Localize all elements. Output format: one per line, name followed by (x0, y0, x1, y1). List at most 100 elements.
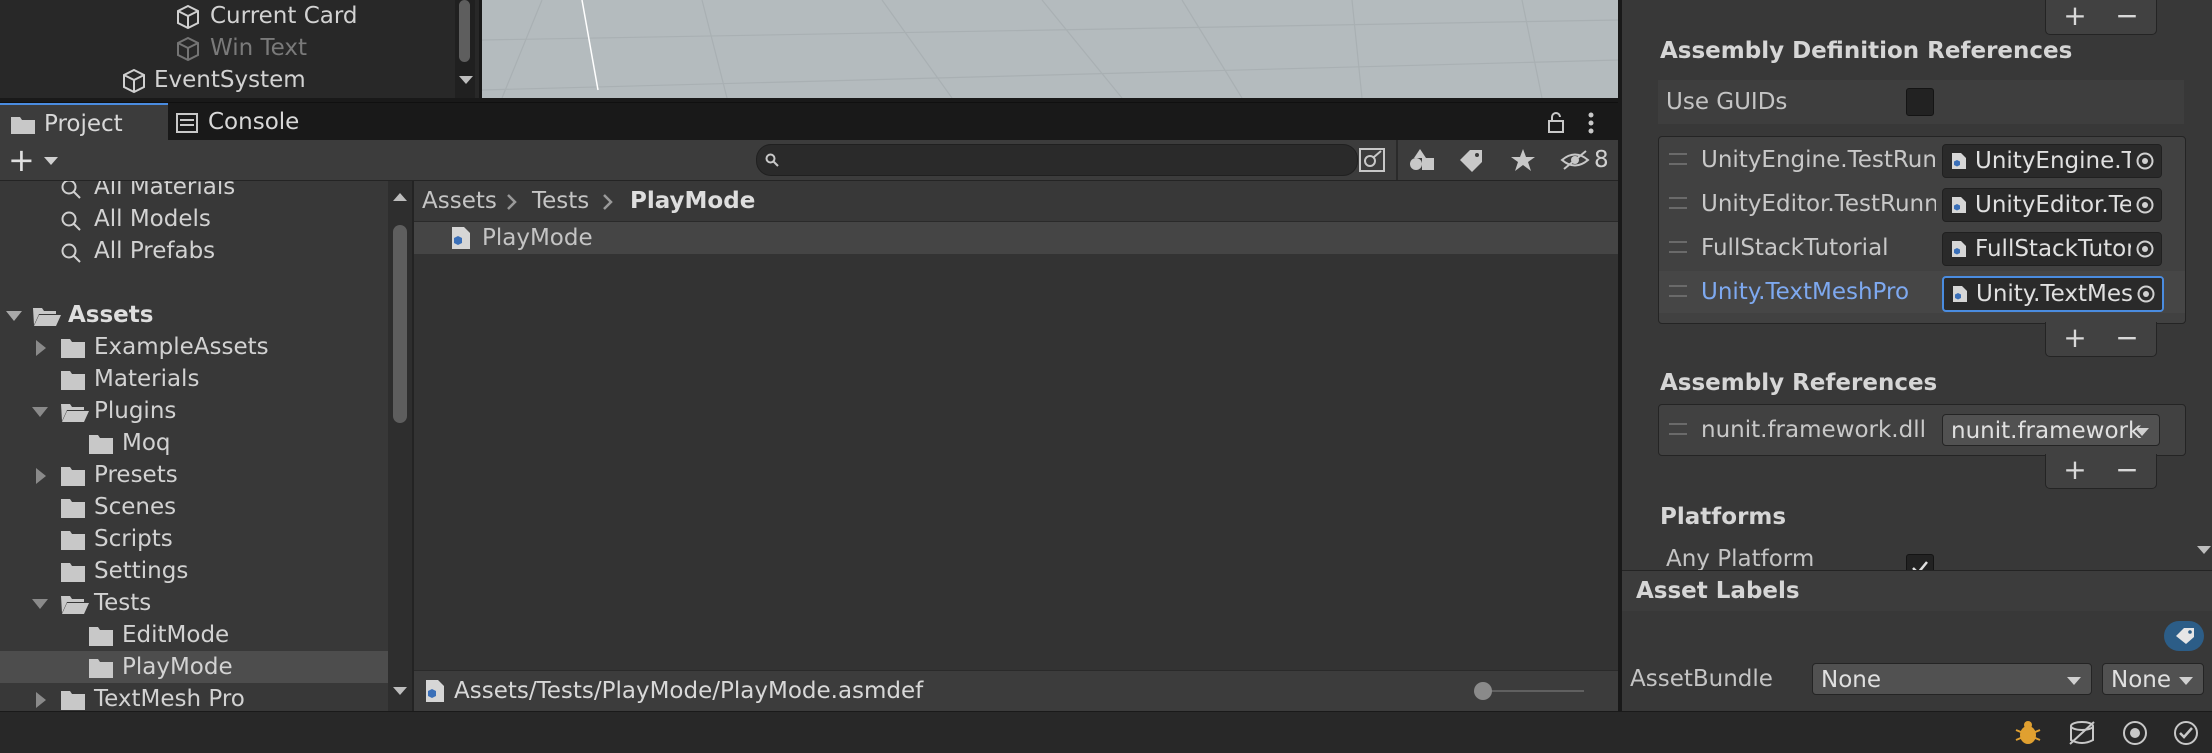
expand-arrow-icon[interactable] (6, 311, 22, 321)
tree-item-plugins[interactable]: Plugins (0, 395, 388, 427)
drag-handle-icon[interactable] (1669, 285, 1687, 297)
tree-item-scenes[interactable]: Scenes (0, 491, 388, 523)
reference-object-field[interactable]: UnityEngine.TestRunner (1942, 144, 2162, 178)
tree-item-materials[interactable]: Materials (0, 363, 388, 395)
filter-by-type-icon[interactable] (1408, 148, 1436, 172)
object-picker-button[interactable] (2131, 145, 2161, 177)
drag-handle-icon[interactable] (1669, 241, 1687, 253)
hierarchy-scroll-thumb[interactable] (459, 0, 470, 62)
assembly-reference-dropdown[interactable]: nunit.framework (1942, 414, 2160, 446)
reference-row[interactable]: nunit.framework.dll nunit.framework (1659, 409, 2185, 451)
drag-handle-icon[interactable] (1669, 423, 1687, 435)
icon-size-slider-track[interactable] (1484, 690, 1584, 692)
favorite-star-icon[interactable] (1510, 148, 1536, 172)
progress-icon[interactable] (2121, 719, 2149, 747)
filter-by-label-icon[interactable] (1458, 148, 1484, 172)
search-by-scene-icon[interactable] (1358, 147, 1386, 173)
tree-item-textmesh-pro[interactable]: TextMesh Pro (0, 683, 388, 711)
project-folder-tree: All Materials All Models All Prefabs Ass… (0, 181, 388, 711)
asset-row-label: PlayMode (482, 225, 593, 251)
assetbundle-label: AssetBundle (1630, 666, 1773, 692)
collapse-arrow-icon[interactable] (36, 468, 46, 484)
bug-icon[interactable] (2014, 720, 2042, 746)
hierarchy-item[interactable]: Current Card (174, 0, 358, 32)
tree-scroll-thumb[interactable] (393, 225, 407, 423)
lock-icon[interactable] (1546, 111, 1566, 133)
favorite-all-prefabs[interactable]: All Prefabs (60, 235, 215, 267)
drag-handle-icon[interactable] (1669, 153, 1687, 165)
favorite-all-models[interactable]: All Models (60, 203, 211, 235)
reference-row-selected[interactable]: Unity.TextMeshPro Unity.TextMeshPro (1659, 271, 2185, 313)
folder-icon (61, 563, 85, 582)
hierarchy-item-label: EventSystem (154, 67, 306, 93)
asset-labels-header[interactable]: Asset Labels (1622, 570, 2212, 612)
scroll-down-arrow-icon[interactable] (393, 687, 407, 695)
expand-arrow-icon[interactable] (32, 599, 48, 609)
dropdown-value: None (1821, 667, 1882, 693)
tree-item-tests[interactable]: Tests (0, 587, 388, 619)
asset-labels-title: Asset Labels (1636, 578, 1800, 604)
tree-item-presets[interactable]: Presets (0, 459, 388, 491)
asset-list-area[interactable] (414, 181, 1618, 711)
breadcrumb-current: PlayMode (630, 188, 756, 214)
tree-item-editmode[interactable]: EditMode (0, 619, 388, 651)
reference-object-field[interactable]: Unity.TextMeshPro (1942, 276, 2164, 312)
hidden-count: 8 (1594, 147, 1609, 173)
tree-item-exampleassets[interactable]: ExampleAssets (0, 331, 388, 363)
object-picker-button[interactable] (2131, 189, 2161, 221)
assetbundle-variant-dropdown[interactable]: None (2102, 663, 2204, 695)
target-icon (2136, 240, 2154, 258)
add-button[interactable]: + (2050, 322, 2100, 354)
check-circle-icon[interactable] (2172, 719, 2200, 747)
object-picker-button[interactable] (2131, 233, 2161, 265)
reference-object-field[interactable]: UnityEditor.TestRunner (1942, 188, 2162, 222)
tab-console[interactable]: Console (172, 103, 332, 141)
add-asset-button[interactable]: + (8, 140, 35, 180)
hierarchy-item[interactable]: EventSystem (120, 64, 306, 96)
add-dropdown-icon[interactable] (44, 157, 58, 165)
assetbundle-dropdown[interactable]: None (1812, 663, 2092, 695)
collapse-arrow-icon[interactable] (36, 692, 46, 708)
more-options-icon[interactable] (1586, 111, 1596, 135)
add-button[interactable]: + (2050, 454, 2100, 486)
scroll-up-arrow-icon[interactable] (393, 193, 407, 201)
remove-button[interactable]: − (2102, 322, 2152, 354)
hierarchy-panel: Current Card Win Text EventSystem (0, 0, 479, 98)
any-platform-checkbox[interactable] (1906, 554, 1934, 570)
tree-item-moq[interactable]: Moq (0, 427, 388, 459)
inspector-scrollbar[interactable] (2192, 0, 2212, 570)
reference-row[interactable]: UnityEditor.TestRunner UnityEditor.TestR… (1659, 183, 2185, 225)
tree-item-playmode[interactable]: PlayMode (0, 651, 388, 683)
tab-project[interactable]: Project (0, 103, 168, 141)
tree-item-scripts[interactable]: Scripts (0, 523, 388, 555)
scroll-down-arrow-icon[interactable] (2197, 546, 2211, 554)
favorite-all-materials[interactable]: All Materials (60, 181, 235, 203)
add-button[interactable]: + (2050, 0, 2100, 32)
reference-object-field[interactable]: FullStackTutorial (1942, 232, 2162, 266)
labels-button[interactable] (2164, 621, 2204, 651)
search-input[interactable] (756, 144, 1358, 176)
remove-button[interactable]: − (2102, 0, 2152, 32)
breadcrumb-item[interactable]: Assets (422, 181, 497, 221)
hidden-packages-icon[interactable] (1560, 149, 1590, 171)
object-picker-button[interactable] (2132, 278, 2162, 310)
breadcrumb-item[interactable]: Tests (532, 181, 589, 221)
collapse-arrow-icon[interactable] (36, 340, 46, 356)
drag-handle-icon[interactable] (1669, 197, 1687, 209)
tree-item-assets[interactable]: Assets (0, 299, 388, 331)
gameobject-cube-icon (177, 36, 199, 62)
scene-view[interactable] (482, 0, 1618, 98)
icon-size-slider-thumb[interactable] (1474, 682, 1492, 700)
asset-row[interactable]: PlayMode (414, 222, 1618, 254)
reference-row[interactable]: UnityEngine.TestRunner UnityEngine.TestR… (1659, 139, 2185, 181)
use-guids-checkbox[interactable] (1906, 88, 1934, 116)
tree-item-settings[interactable]: Settings (0, 555, 388, 587)
cache-server-icon[interactable] (2068, 720, 2096, 746)
assembly-definition-icon (426, 680, 444, 702)
reference-row[interactable]: FullStackTutorial FullStackTutorial (1659, 227, 2185, 269)
remove-button[interactable]: − (2102, 454, 2152, 486)
hierarchy-item[interactable]: Win Text (174, 32, 307, 64)
scroll-down-arrow-icon[interactable] (459, 76, 473, 84)
expand-arrow-icon[interactable] (32, 407, 48, 417)
any-platform-label: Any Platform (1666, 546, 1815, 570)
